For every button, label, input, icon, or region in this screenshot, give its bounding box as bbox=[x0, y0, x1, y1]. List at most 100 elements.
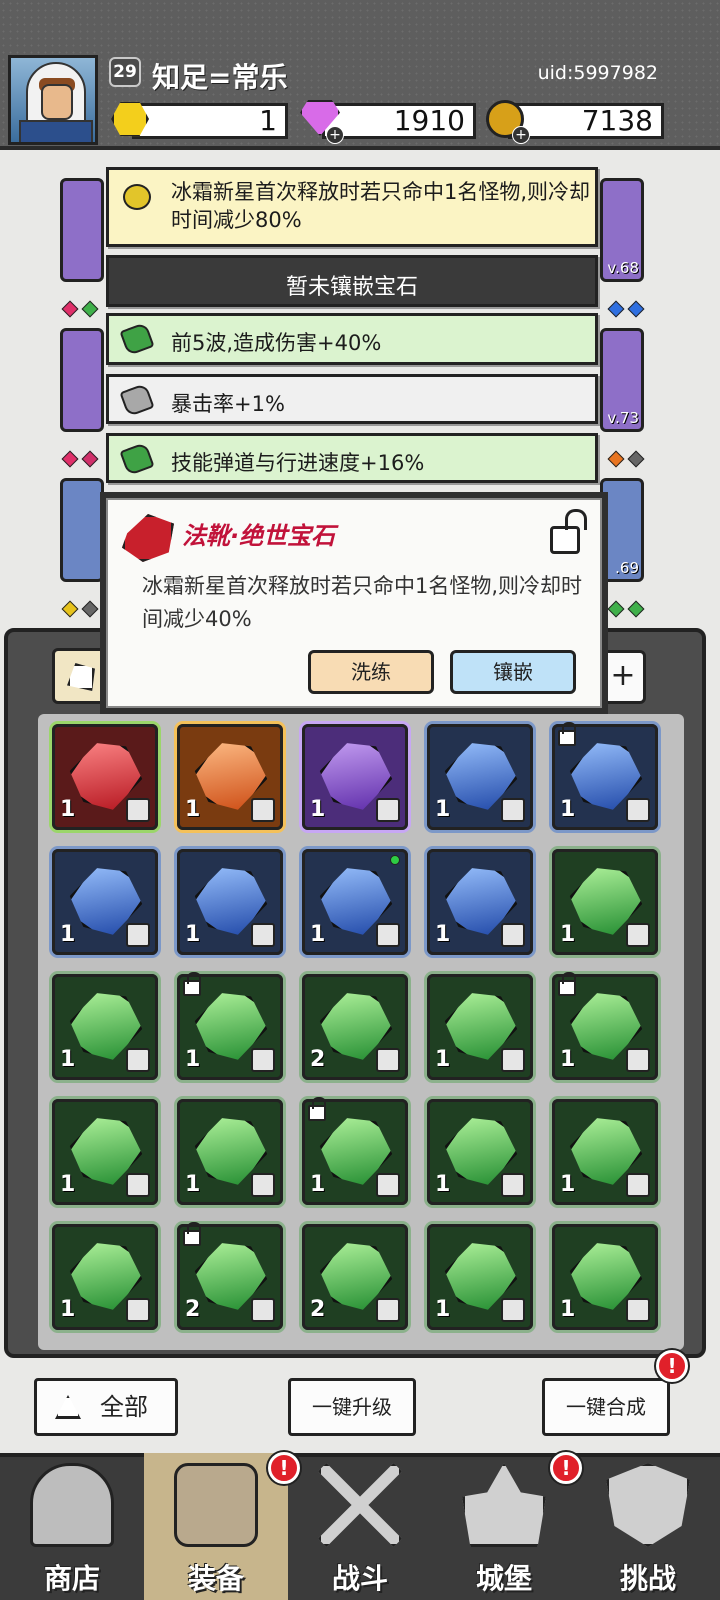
gem-cell-red[interactable]: 1 bbox=[52, 724, 158, 830]
green-gem-icon bbox=[119, 441, 155, 477]
gem-cell-blue[interactable]: 1 bbox=[427, 849, 533, 955]
gem-cell-green[interactable]: 1 bbox=[52, 974, 158, 1080]
plus-icon[interactable]: + bbox=[326, 126, 344, 144]
helmet-slot-icon bbox=[251, 1298, 275, 1322]
gem-count: 2 bbox=[310, 1297, 326, 1322]
refine-button[interactable]: 洗练 bbox=[308, 650, 434, 694]
gem-cell-purple[interactable]: 1 bbox=[302, 724, 408, 830]
gem-cell-green[interactable]: 2 bbox=[302, 974, 408, 1080]
skill-description-text: 冰霜新星首次释放时若只命中1名怪物,则冷却时间减少80% bbox=[171, 180, 591, 232]
filter-all-label: 全部 bbox=[100, 1393, 148, 1421]
nav-battle[interactable]: 战斗 bbox=[288, 1453, 432, 1600]
player-avatar[interactable] bbox=[8, 55, 98, 145]
gem-cell-orange[interactable]: 1 bbox=[177, 724, 283, 830]
upgrade-all-button[interactable]: 一键升级 bbox=[288, 1378, 416, 1436]
equip-slot-left-1[interactable] bbox=[60, 178, 104, 282]
gem-count: 1 bbox=[185, 1047, 201, 1072]
gem-cell-green[interactable]: 1 bbox=[52, 1224, 158, 1330]
gem-count: 1 bbox=[60, 922, 76, 947]
gem-cell-green[interactable]: 1 bbox=[427, 1099, 533, 1205]
player-uid: uid:5997982 bbox=[537, 62, 658, 84]
gem-count: 1 bbox=[435, 1297, 451, 1322]
gem-detail-dialog: 法靴·绝世宝石 冰霜新星首次释放时若只命中1名怪物,则冷却时间减少40% 洗练 … bbox=[100, 492, 608, 714]
gem-count: 1 bbox=[60, 797, 76, 822]
stat-row: 技能弹道与行进速度+16% bbox=[106, 433, 598, 483]
equipment-skill-description: 冰霜新星首次释放时若只命中1名怪物,则冷却时间减少80% bbox=[106, 167, 598, 247]
socket-dot-icon bbox=[607, 450, 625, 468]
weapon-slot-icon bbox=[626, 1173, 650, 1197]
socket-dot-icon bbox=[61, 600, 79, 618]
helmet-slot-icon bbox=[251, 923, 275, 947]
crossed-swords-icon bbox=[318, 1463, 402, 1547]
necklace-slot-icon bbox=[501, 923, 525, 947]
equip-slot-right-2[interactable]: v.73 bbox=[600, 328, 644, 432]
gem-outline-icon bbox=[67, 663, 95, 691]
red-gem-icon bbox=[122, 514, 174, 562]
necklace-slot-icon bbox=[376, 1298, 400, 1322]
necklace-slot-icon bbox=[501, 1298, 525, 1322]
armor-slot-icon bbox=[376, 1048, 400, 1072]
nav-shop[interactable]: 商店 bbox=[0, 1453, 144, 1600]
empty-socket-text: 暂未镶嵌宝石 bbox=[285, 275, 418, 300]
filter-all-button[interactable]: 全部 bbox=[34, 1378, 178, 1436]
castle-icon bbox=[462, 1463, 546, 1547]
gem-count: 1 bbox=[435, 797, 451, 822]
gem-cell-green[interactable]: 1 bbox=[177, 972, 283, 1080]
gem-cell-blue[interactable]: 1 bbox=[552, 722, 658, 830]
armor-slot-icon bbox=[501, 798, 525, 822]
gem-cell-green[interactable]: 1 bbox=[177, 1099, 283, 1205]
equip-slot-right-1[interactable]: v.68 bbox=[600, 178, 644, 282]
gem-cell-blue[interactable]: 1 bbox=[177, 849, 283, 955]
lock-icon bbox=[183, 1222, 201, 1246]
unlock-icon[interactable] bbox=[550, 509, 587, 554]
gem-cell-green[interactable]: 1 bbox=[427, 1224, 533, 1330]
equip-slot-left-2[interactable] bbox=[60, 328, 104, 432]
gem-cell-green[interactable]: 1 bbox=[52, 1099, 158, 1205]
helmet-slot-icon bbox=[376, 923, 400, 947]
boot-slot-icon bbox=[626, 1048, 650, 1072]
stat-row: 暴击率+1% bbox=[106, 374, 598, 424]
nav-equipment[interactable]: 装备 bbox=[144, 1453, 288, 1600]
gem-count: 1 bbox=[560, 1297, 576, 1322]
gem-cell-blue[interactable]: 1 bbox=[302, 849, 408, 955]
equip-level: v.73 bbox=[607, 409, 639, 427]
gem-cell-green[interactable]: 1 bbox=[552, 1099, 658, 1205]
currency-hex-value: 1 bbox=[132, 103, 288, 139]
currency-coin-value: 7138 bbox=[508, 103, 664, 139]
inlay-button[interactable]: 镶嵌 bbox=[450, 650, 576, 694]
equip-slot-left-3[interactable] bbox=[60, 478, 104, 582]
gem-cell-green[interactable]: 1 bbox=[552, 972, 658, 1080]
plus-icon[interactable]: + bbox=[512, 126, 530, 144]
backpack-icon bbox=[174, 1463, 258, 1547]
gem-cell-green[interactable]: 1 bbox=[552, 849, 658, 955]
equip-level: .69 bbox=[615, 559, 639, 577]
necklace-slot-icon bbox=[626, 1298, 650, 1322]
top-bar: 29 知足=常乐 uid:5997982 1 1910 7138 + + bbox=[0, 0, 720, 150]
armor-slot-icon bbox=[251, 1048, 275, 1072]
gem-cell-blue[interactable]: 1 bbox=[52, 849, 158, 955]
socket-dot-icon bbox=[81, 450, 99, 468]
equip-level: v.68 bbox=[607, 259, 639, 277]
currency-diamond-value: 1910 bbox=[322, 103, 476, 139]
boot-slot-icon bbox=[126, 1173, 150, 1197]
nav-label: 城堡 bbox=[475, 1562, 532, 1595]
socket-dot-icon bbox=[627, 600, 645, 618]
gold-coin-icon[interactable]: + bbox=[486, 100, 530, 144]
stat-text: 前5波,造成伤害+40% bbox=[171, 331, 382, 355]
gem-cell-green[interactable]: 2 bbox=[177, 1222, 283, 1330]
socket-dot-icon bbox=[607, 600, 625, 618]
gem-cell-green[interactable]: 2 bbox=[302, 1224, 408, 1330]
gem-cell-green[interactable]: 1 bbox=[552, 1224, 658, 1330]
gem-cell-green[interactable]: 1 bbox=[427, 974, 533, 1080]
gem-cell-green[interactable]: 1 bbox=[302, 1097, 408, 1205]
nav-challenge[interactable]: 挑战 bbox=[576, 1453, 720, 1600]
pink-diamond-icon[interactable]: + bbox=[300, 100, 344, 144]
player-name: 知足=常乐 bbox=[152, 61, 288, 94]
shield-icon bbox=[606, 1463, 690, 1547]
gem-cell-blue[interactable]: 1 bbox=[427, 724, 533, 830]
gem-count: 1 bbox=[60, 1047, 76, 1072]
ring-slot-icon bbox=[376, 798, 400, 822]
socket-dot-icon bbox=[627, 300, 645, 318]
merge-all-button[interactable]: 一键合成 bbox=[542, 1378, 670, 1436]
stat-text: 暴击率+1% bbox=[171, 392, 285, 416]
